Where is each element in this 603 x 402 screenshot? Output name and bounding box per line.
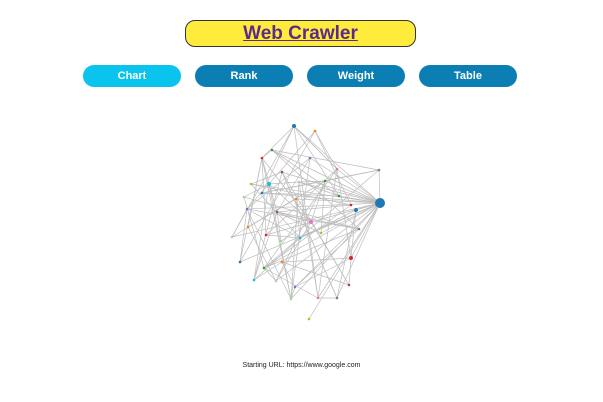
graph-node[interactable] (249, 182, 253, 186)
graph-node[interactable] (347, 283, 351, 287)
network-graph[interactable] (0, 0, 603, 402)
graph-node[interactable] (252, 278, 256, 282)
graph-node[interactable] (349, 256, 353, 260)
graph-edge (281, 257, 352, 263)
graph-node[interactable] (245, 207, 249, 211)
graph-edge (336, 202, 381, 299)
graph-node[interactable] (298, 236, 302, 240)
graph-node[interactable] (230, 235, 234, 239)
graph-node[interactable] (260, 156, 264, 160)
graph-node[interactable] (238, 260, 242, 264)
graph-node[interactable] (246, 225, 250, 229)
graph-node[interactable] (316, 296, 320, 300)
graph-node[interactable] (323, 179, 327, 183)
graph-node[interactable] (377, 168, 381, 172)
graph-node[interactable] (280, 260, 284, 264)
graph-node[interactable] (313, 129, 317, 133)
graph-edges (231, 125, 381, 320)
graph-node[interactable] (335, 296, 339, 300)
graph-node[interactable] (264, 233, 268, 237)
graph-node[interactable] (274, 279, 278, 283)
graph-node[interactable] (319, 231, 323, 235)
graph-node[interactable] (337, 194, 341, 198)
graph-node[interactable] (293, 285, 297, 289)
graph-node[interactable] (270, 148, 274, 152)
graph-edge (261, 149, 273, 159)
graph-root-node[interactable] (375, 198, 385, 208)
graph-node[interactable] (280, 170, 284, 174)
graph-node[interactable] (294, 197, 298, 201)
graph-node[interactable] (260, 191, 264, 195)
graph-node[interactable] (307, 317, 311, 321)
graph-node[interactable] (308, 156, 312, 160)
graph-node[interactable] (335, 167, 339, 171)
graph-node[interactable] (262, 266, 266, 270)
graph-edge (243, 196, 265, 269)
graph-edge (309, 157, 381, 204)
graph-node[interactable] (297, 180, 301, 184)
graph-node[interactable] (357, 227, 361, 231)
graph-edge (261, 157, 292, 300)
graph-node[interactable] (289, 297, 293, 301)
graph-node[interactable] (309, 220, 313, 224)
graph-node[interactable] (267, 182, 271, 186)
graph-node[interactable] (292, 124, 296, 128)
graph-node[interactable] (349, 203, 353, 207)
starting-url-text: Starting URL: https://www.google.com (242, 362, 361, 369)
graph-node[interactable] (242, 195, 246, 199)
graph-node[interactable] (354, 208, 358, 212)
graph-node[interactable] (275, 210, 279, 214)
graph-node[interactable] (279, 239, 283, 243)
